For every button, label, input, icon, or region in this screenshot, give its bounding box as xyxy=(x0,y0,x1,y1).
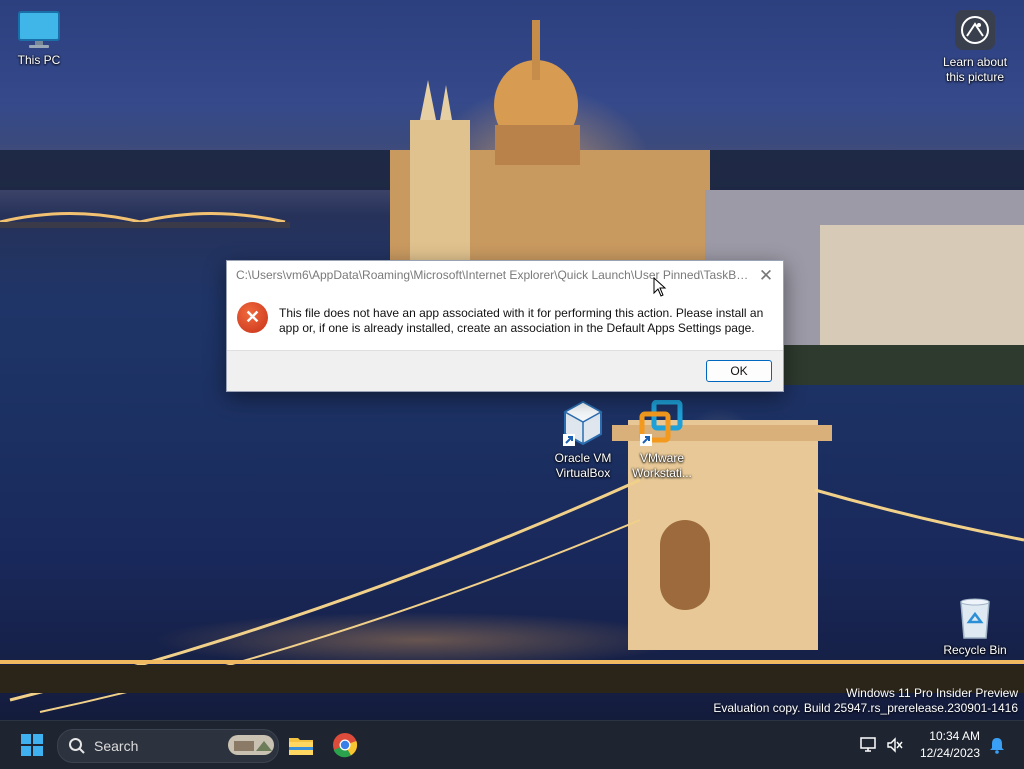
mouse-cursor-icon xyxy=(653,277,667,297)
start-button[interactable] xyxy=(14,727,50,763)
desktop-icon-label: Oracle VM VirtualBox xyxy=(554,451,612,480)
monitor-icon xyxy=(18,11,60,48)
chrome-icon xyxy=(333,733,358,758)
desktop-icon-this-pc[interactable]: This PC xyxy=(1,10,77,68)
error-icon: ✕ xyxy=(237,302,268,333)
virtualbox-icon xyxy=(563,400,603,446)
search-icon xyxy=(69,738,85,754)
desktop-icon-virtualbox[interactable]: Oracle VM VirtualBox xyxy=(545,400,621,481)
volume-muted-icon[interactable] xyxy=(886,736,904,754)
file-explorer-icon xyxy=(289,738,313,755)
windows-logo-icon xyxy=(21,734,43,756)
desktop-icon-learn-about-picture[interactable]: Learn about this picture xyxy=(936,10,1014,85)
desktop-icon-label: VMware Workstati... xyxy=(632,451,692,480)
desktop-icon-label: Recycle Bin xyxy=(943,643,1007,657)
error-dialog: C:\Users\vm6\AppData\Roaming\Microsoft\I… xyxy=(226,260,784,392)
close-icon[interactable]: ✕ xyxy=(753,263,779,289)
dialog-footer: OK xyxy=(227,350,783,391)
search-label: Search xyxy=(94,738,139,754)
taskbar-file-explorer[interactable] xyxy=(283,727,319,763)
clock-date[interactable]: 12/24/2023 xyxy=(910,746,980,760)
clock-time[interactable]: 10:34 AM xyxy=(910,729,980,743)
desktop-icon-label: This PC xyxy=(17,53,61,67)
build-watermark: Windows 11 Pro Insider Preview Evaluatio… xyxy=(713,686,1018,716)
dialog-message: This file does not have an app associate… xyxy=(279,306,764,335)
desktop-icon-label: Learn about this picture xyxy=(942,55,1008,84)
notification-bell-icon[interactable] xyxy=(988,736,1006,754)
ok-button[interactable]: OK xyxy=(706,360,772,382)
dialog-title: C:\Users\vm6\AppData\Roaming\Microsoft\I… xyxy=(236,268,751,282)
desktop-icon-vmware[interactable]: VMware Workstati... xyxy=(624,399,700,481)
dialog-titlebar[interactable]: C:\Users\vm6\AppData\Roaming\Microsoft\I… xyxy=(227,261,783,291)
network-icon[interactable] xyxy=(860,736,878,754)
camera-info-icon xyxy=(955,10,995,50)
watermark-line2: Evaluation copy. Build 25947.rs_prerelea… xyxy=(713,701,1018,715)
search-highlight-icon xyxy=(228,735,274,755)
recycle-bin-icon xyxy=(960,598,990,639)
taskbar-chrome[interactable] xyxy=(327,727,363,763)
taskbar: Search 10:34 AM 12/24/2023 xyxy=(0,720,1024,769)
desktop-icon-recycle-bin[interactable]: Recycle Bin xyxy=(937,596,1013,658)
vmware-icon xyxy=(639,399,683,446)
watermark-line1: Windows 11 Pro Insider Preview xyxy=(846,686,1018,700)
taskbar-search-box[interactable]: Search xyxy=(57,729,279,763)
